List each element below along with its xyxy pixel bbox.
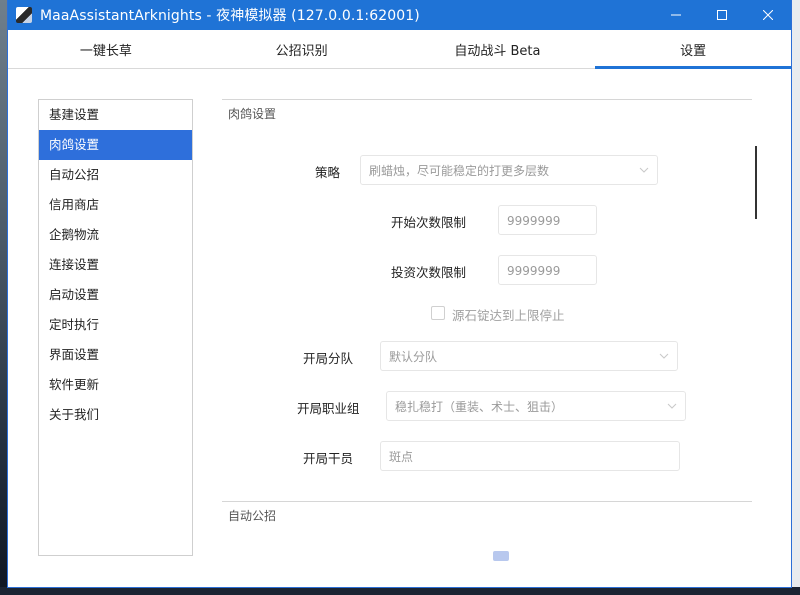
minimize-button[interactable] xyxy=(653,0,699,30)
main-tabs: 一键长草 公招识别 自动战斗 Beta 设置 xyxy=(8,30,791,69)
invest-limit-input[interactable]: 9999999 xyxy=(498,255,597,285)
chevron-down-icon xyxy=(639,167,649,173)
content-scrollbar[interactable] xyxy=(755,146,757,219)
window-controls xyxy=(653,0,791,30)
partial-checkbox[interactable] xyxy=(493,551,509,561)
roles-value: 稳扎稳打（重装、术士、狙击） xyxy=(395,400,564,414)
invest-limit-label: 投资次数限制 xyxy=(391,265,467,280)
tab-recruit-recognition[interactable]: 公招识别 xyxy=(204,30,400,68)
desktop-bottom-edge xyxy=(0,587,800,595)
operator-input[interactable]: 斑点 xyxy=(380,441,680,471)
settings-content[interactable]: 肉鸽设置 策略 刷蜡烛，尽可能稳定的打更多层数 开始次数限制 9999999 投… xyxy=(222,99,752,587)
sidebar-item-mall[interactable]: 信用商店 xyxy=(39,190,192,220)
start-limit-input[interactable]: 9999999 xyxy=(498,205,597,235)
title-bar[interactable]: MaaAssistantArknights - 夜神模拟器 (127.0.0.1… xyxy=(8,0,791,30)
squad-select[interactable]: 默认分队 xyxy=(380,341,678,371)
minimize-icon xyxy=(671,14,681,16)
section-title-roguelike: 肉鸽设置 xyxy=(228,107,277,121)
chevron-down-icon xyxy=(659,353,669,359)
close-icon xyxy=(763,10,773,20)
squad-label: 开局分队 xyxy=(303,351,354,366)
strategy-label: 策略 xyxy=(315,165,341,180)
start-limit-label: 开始次数限制 xyxy=(391,215,467,230)
sidebar-item-timer[interactable]: 定时执行 xyxy=(39,310,192,340)
stop-at-cap-checkbox[interactable] xyxy=(431,306,445,320)
tab-auto-battle[interactable]: 自动战斗 Beta xyxy=(400,30,596,68)
close-button[interactable] xyxy=(745,0,791,30)
sidebar-item-recruit[interactable]: 自动公招 xyxy=(39,160,192,190)
chevron-down-icon xyxy=(667,403,677,409)
section-divider xyxy=(222,99,752,100)
app-window: MaaAssistantArknights - 夜神模拟器 (127.0.0.1… xyxy=(8,0,791,587)
tab-one-click[interactable]: 一键长草 xyxy=(8,30,204,68)
maximize-button[interactable] xyxy=(699,0,745,30)
desktop-edge xyxy=(790,0,800,595)
sidebar-item-roguelike[interactable]: 肉鸽设置 xyxy=(39,130,192,160)
maximize-icon xyxy=(717,10,727,20)
sidebar-item-penguin[interactable]: 企鹅物流 xyxy=(39,220,192,250)
window-title: MaaAssistantArknights - 夜神模拟器 (127.0.0.1… xyxy=(40,8,420,24)
sidebar-item-about[interactable]: 关于我们 xyxy=(39,400,192,430)
sidebar-item-update[interactable]: 软件更新 xyxy=(39,370,192,400)
section-divider xyxy=(222,501,752,502)
stop-at-cap-label[interactable]: 源石锭达到上限停止 xyxy=(452,305,565,324)
strategy-value: 刷蜡烛，尽可能稳定的打更多层数 xyxy=(369,164,550,178)
app-icon xyxy=(16,7,32,23)
tab-settings[interactable]: 设置 xyxy=(595,30,791,69)
sidebar-item-connection[interactable]: 连接设置 xyxy=(39,250,192,280)
operator-label: 开局干员 xyxy=(303,451,354,466)
squad-value: 默认分队 xyxy=(389,350,438,364)
sidebar-item-ui[interactable]: 界面设置 xyxy=(39,340,192,370)
strategy-select[interactable]: 刷蜡烛，尽可能稳定的打更多层数 xyxy=(360,155,658,185)
roles-label: 开局职业组 xyxy=(297,401,360,416)
sidebar-item-startup[interactable]: 启动设置 xyxy=(39,280,192,310)
settings-sidebar: 基建设置 肉鸽设置 自动公招 信用商店 企鹅物流 连接设置 启动设置 定时执行 … xyxy=(38,99,193,556)
section-title-recruit: 自动公招 xyxy=(228,509,277,523)
roles-select[interactable]: 稳扎稳打（重装、术士、狙击） xyxy=(386,391,686,421)
sidebar-item-infrast[interactable]: 基建设置 xyxy=(39,100,192,130)
